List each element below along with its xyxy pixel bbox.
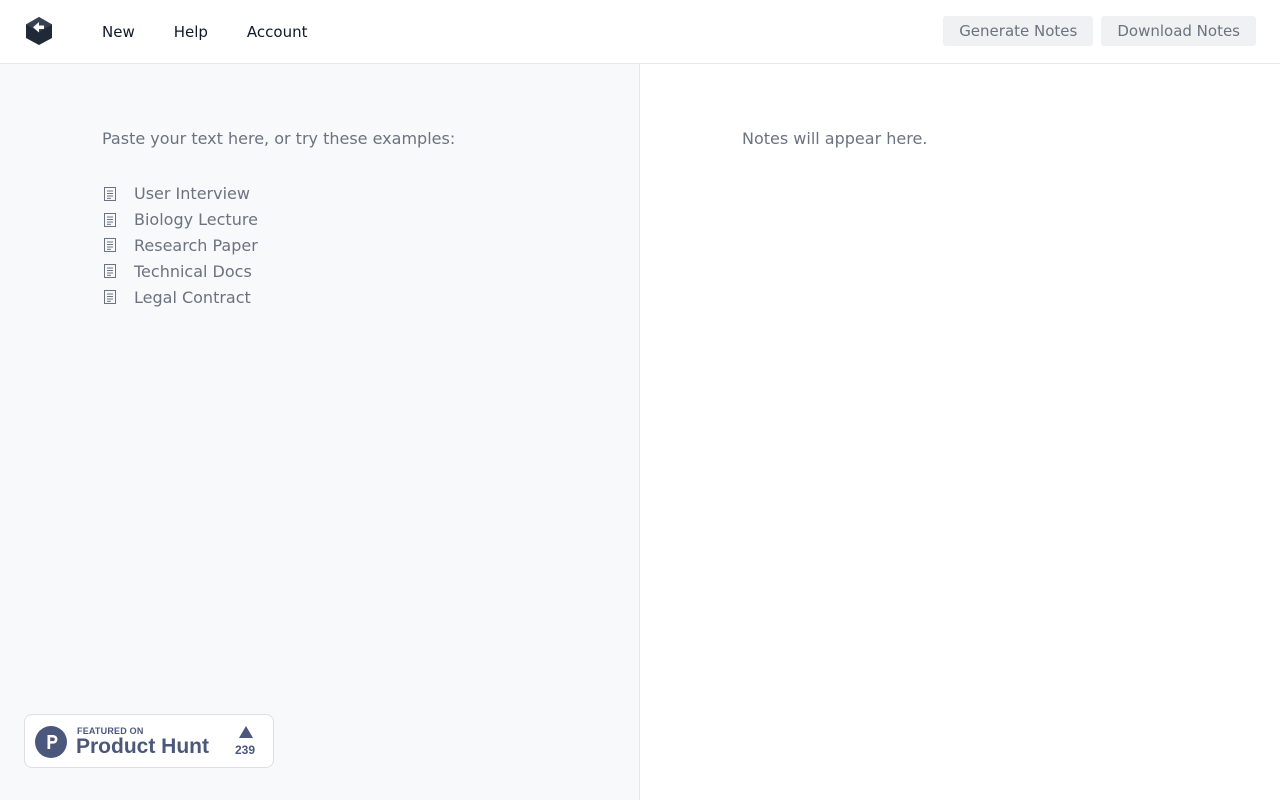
example-item-research-paper[interactable]: Research Paper	[102, 233, 258, 259]
input-panel[interactable]: Paste your text here, or try these examp…	[0, 64, 640, 800]
app-logo-icon[interactable]	[24, 16, 54, 46]
example-item-biology-lecture[interactable]: Biology Lecture	[102, 207, 258, 233]
notes-placeholder: Notes will appear here.	[742, 129, 928, 148]
example-item-technical-docs[interactable]: Technical Docs	[102, 258, 258, 284]
notes-panel: Notes will appear here.	[640, 64, 1280, 800]
main-nav: New Help Account	[102, 0, 347, 64]
toolbar-actions: Generate Notes Download Notes	[943, 16, 1256, 46]
upvote-arrow-icon	[239, 726, 253, 738]
example-item-legal-contract[interactable]: Legal Contract	[102, 284, 258, 310]
download-notes-button[interactable]: Download Notes	[1101, 16, 1256, 46]
product-hunt-name: Product Hunt	[76, 735, 209, 758]
example-label: User Interview	[134, 184, 250, 204]
example-label: Biology Lecture	[134, 210, 258, 230]
example-label: Research Paper	[134, 235, 258, 255]
document-icon	[104, 186, 116, 201]
upvote-count: 239	[234, 743, 256, 757]
nav-help[interactable]: Help	[174, 23, 208, 41]
document-icon	[104, 212, 116, 227]
example-label: Legal Contract	[134, 287, 251, 307]
example-list: User Interview Biology Lecture Research …	[102, 181, 258, 310]
nav-account[interactable]: Account	[247, 23, 308, 41]
nav-new[interactable]: New	[102, 23, 135, 41]
input-prompt: Paste your text here, or try these examp…	[102, 129, 456, 148]
top-bar: New Help Account Generate Notes Download…	[0, 0, 1280, 64]
example-item-user-interview[interactable]: User Interview	[102, 181, 258, 207]
example-label: Technical Docs	[134, 261, 252, 281]
generate-notes-button[interactable]: Generate Notes	[943, 16, 1094, 46]
document-icon	[104, 238, 116, 253]
product-hunt-logo-icon	[35, 726, 67, 758]
product-hunt-badge[interactable]: FEATURED ON Product Hunt 239	[24, 714, 274, 768]
document-icon	[104, 264, 116, 279]
document-icon	[104, 290, 116, 305]
